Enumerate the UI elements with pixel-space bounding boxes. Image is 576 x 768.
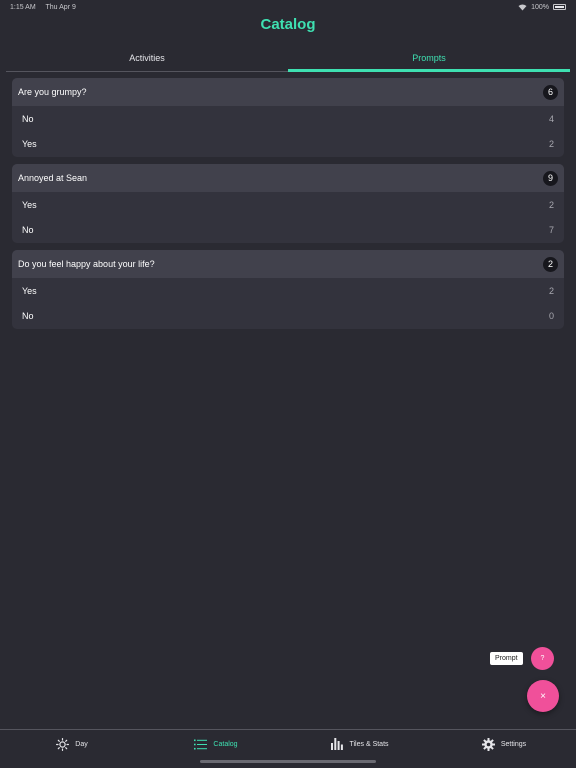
- status-date: Thu Apr 9: [45, 3, 76, 11]
- answer-label: Yes: [22, 199, 37, 210]
- prompt-card[interactable]: Annoyed at Sean 9 Yes 2 No 7: [12, 164, 564, 243]
- close-fab-button[interactable]: ×: [527, 680, 559, 712]
- answer-count: 4: [548, 113, 554, 124]
- tab-prompts[interactable]: Prompts: [288, 46, 570, 72]
- status-left: 1:15 AM Thu Apr 9: [10, 4, 84, 11]
- answer-label: Yes: [22, 285, 37, 296]
- answer-row[interactable]: No 7: [12, 218, 564, 244]
- close-icon: ×: [540, 690, 546, 702]
- nav-catalog-label: Catalog: [213, 740, 238, 748]
- answer-count: 7: [548, 225, 554, 236]
- prompt-fab-label[interactable]: Prompt: [490, 652, 523, 665]
- prompt-question: Do you feel happy about your life?: [18, 259, 155, 269]
- answer-row[interactable]: No 4: [12, 106, 564, 132]
- answer-row[interactable]: Yes 2: [12, 192, 564, 218]
- nav-settings-label: Settings: [500, 740, 527, 748]
- battery-icon: [553, 4, 566, 10]
- battery-percent: 100%: [531, 3, 549, 11]
- nav-catalog[interactable]: Catalog: [144, 730, 288, 758]
- answer-count: 2: [548, 199, 554, 210]
- nav-day-label: Day: [75, 740, 88, 748]
- count-badge: 9: [543, 170, 558, 186]
- answer-row[interactable]: Yes 2: [12, 278, 564, 304]
- prompt-card[interactable]: Do you feel happy about your life? 2 Yes…: [12, 250, 564, 329]
- tab-bar: Activities Prompts: [6, 46, 570, 72]
- wifi-icon: [518, 4, 527, 11]
- prompt-card-header[interactable]: Are you grumpy? 6: [12, 78, 564, 106]
- status-right: 100%: [518, 4, 566, 11]
- answer-count: 2: [548, 139, 554, 150]
- answer-row[interactable]: No 0: [12, 304, 564, 330]
- add-prompt-button[interactable]: ?: [531, 647, 554, 670]
- status-bar: 1:15 AM Thu Apr 9 100%: [0, 0, 576, 14]
- tab-activities[interactable]: Activities: [6, 46, 288, 72]
- nav-tiles-stats-label: Tiles & Stats: [349, 740, 389, 748]
- answer-count: 0: [548, 311, 554, 322]
- answer-row[interactable]: Yes 2: [12, 132, 564, 158]
- sun-icon: [56, 737, 70, 751]
- nav-day[interactable]: Day: [0, 730, 144, 758]
- gear-icon: [481, 737, 495, 751]
- nav-settings[interactable]: Settings: [432, 730, 576, 758]
- nav-tiles-stats[interactable]: Tiles & Stats: [288, 730, 432, 758]
- question-icon: ?: [540, 655, 545, 662]
- status-time: 1:15 AM: [10, 3, 36, 11]
- answer-label: Yes: [22, 139, 37, 150]
- prompt-card-header[interactable]: Annoyed at Sean 9: [12, 164, 564, 192]
- count-badge: 2: [543, 256, 558, 272]
- list-icon: [194, 739, 208, 750]
- page-title: Catalog: [260, 16, 316, 33]
- prompt-card-header[interactable]: Do you feel happy about your life? 2: [12, 250, 564, 278]
- prompt-card[interactable]: Are you grumpy? 6 No 4 Yes 2: [12, 78, 564, 157]
- bar-chart-icon: [331, 738, 344, 750]
- prompt-question: Annoyed at Sean: [18, 173, 88, 183]
- answer-count: 2: [548, 285, 554, 296]
- answer-label: No: [22, 311, 34, 322]
- count-badge: 6: [543, 84, 558, 100]
- prompt-list: Are you grumpy? 6 No 4 Yes 2 Annoyed at …: [12, 78, 564, 336]
- home-indicator: [200, 760, 376, 763]
- answer-label: No: [22, 113, 34, 124]
- prompt-question: Are you grumpy?: [18, 87, 87, 97]
- answer-label: No: [22, 225, 34, 236]
